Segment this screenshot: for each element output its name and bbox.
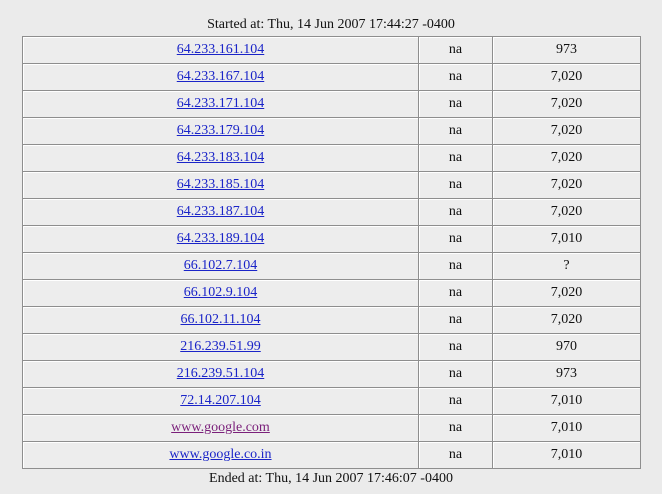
host-cell: 72.14.207.104 xyxy=(23,388,419,415)
started-at-text: Started at: Thu, 14 Jun 2007 17:44:27 -0… xyxy=(207,17,455,32)
host-cell: 66.102.9.104 xyxy=(23,280,419,307)
host-link[interactable]: 64.233.189.104 xyxy=(177,231,265,246)
host-cell: 66.102.7.104 xyxy=(23,253,419,280)
table-row: 64.233.179.104 na 7,020 xyxy=(23,118,641,145)
host-cell: 64.233.189.104 xyxy=(23,226,419,253)
host-link[interactable]: www.google.co.in xyxy=(169,447,271,462)
host-link[interactable]: 66.102.11.104 xyxy=(181,312,261,327)
host-cell: www.google.co.in xyxy=(23,442,419,469)
value-cell: 7,020 xyxy=(493,199,641,226)
results-table-body: 64.233.161.104 na 973 64.233.167.104 na 7,020… xyxy=(23,37,641,469)
status-cell: na xyxy=(419,118,493,145)
host-cell: 216.239.51.99 xyxy=(23,334,419,361)
table-row: 64.233.161.104 na 973 xyxy=(23,37,641,64)
ended-at-text: Ended at: Thu, 14 Jun 2007 17:46:07 -040… xyxy=(209,471,453,486)
host-cell: 64.233.179.104 xyxy=(23,118,419,145)
value-cell: 973 xyxy=(493,361,641,388)
host-cell: 64.233.183.104 xyxy=(23,145,419,172)
value-cell: 7,010 xyxy=(493,226,641,253)
status-cell: na xyxy=(419,37,493,64)
status-cell: na xyxy=(419,388,493,415)
status-cell: na xyxy=(419,442,493,469)
host-link[interactable]: 64.233.171.104 xyxy=(177,96,265,111)
host-cell: 64.233.185.104 xyxy=(23,172,419,199)
status-cell: na xyxy=(419,280,493,307)
results-table: 64.233.161.104 na 973 64.233.167.104 na 7,020… xyxy=(22,36,641,469)
table-row: www.google.co.in na 7,010 xyxy=(23,442,641,469)
host-link[interactable]: 64.233.167.104 xyxy=(177,69,265,84)
table-row: 216.239.51.104 na 973 xyxy=(23,361,641,388)
host-link[interactable]: 216.239.51.104 xyxy=(177,366,265,381)
status-cell: na xyxy=(419,64,493,91)
value-cell: 7,010 xyxy=(493,415,641,442)
value-cell: 7,020 xyxy=(493,118,641,145)
host-cell: 64.233.171.104 xyxy=(23,91,419,118)
host-cell: 216.239.51.104 xyxy=(23,361,419,388)
table-row: 64.233.189.104 na 7,010 xyxy=(23,226,641,253)
value-cell: 973 xyxy=(493,37,641,64)
host-cell: 64.233.167.104 xyxy=(23,64,419,91)
table-row: 64.233.171.104 na 7,020 xyxy=(23,91,641,118)
host-cell: 64.233.187.104 xyxy=(23,199,419,226)
value-cell: 970 xyxy=(493,334,641,361)
value-cell: 7,010 xyxy=(493,442,641,469)
host-cell: www.google.com xyxy=(23,415,419,442)
table-row: 216.239.51.99 na 970 xyxy=(23,334,641,361)
value-cell: 7,020 xyxy=(493,91,641,118)
status-cell: na xyxy=(419,172,493,199)
host-link[interactable]: 64.233.179.104 xyxy=(177,123,265,138)
status-cell: na xyxy=(419,253,493,280)
host-cell: 66.102.11.104 xyxy=(23,307,419,334)
value-cell: 7,020 xyxy=(493,145,641,172)
host-link[interactable]: 64.233.183.104 xyxy=(177,150,265,165)
table-row: 64.233.185.104 na 7,020 xyxy=(23,172,641,199)
table-row: 72.14.207.104 na 7,010 xyxy=(23,388,641,415)
status-cell: na xyxy=(419,361,493,388)
host-link[interactable]: 64.233.161.104 xyxy=(177,42,265,57)
status-cell: na xyxy=(419,226,493,253)
status-cell: na xyxy=(419,91,493,118)
host-link[interactable]: www.google.com xyxy=(171,420,270,435)
table-row: 64.233.187.104 na 7,020 xyxy=(23,199,641,226)
host-link[interactable]: 66.102.9.104 xyxy=(184,285,258,300)
status-cell: na xyxy=(419,145,493,172)
value-cell: 7,020 xyxy=(493,172,641,199)
value-cell: 7,020 xyxy=(493,307,641,334)
table-row: 66.102.9.104 na 7,020 xyxy=(23,280,641,307)
table-row: 66.102.11.104 na 7,020 xyxy=(23,307,641,334)
value-cell: 7,020 xyxy=(493,280,641,307)
host-link[interactable]: 66.102.7.104 xyxy=(184,258,258,273)
host-link[interactable]: 64.233.185.104 xyxy=(177,177,265,192)
status-cell: na xyxy=(419,307,493,334)
table-row: 66.102.7.104 na? xyxy=(23,253,641,280)
value-cell: 7,020 xyxy=(493,64,641,91)
host-link[interactable]: 64.233.187.104 xyxy=(177,204,265,219)
table-row: 64.233.167.104 na 7,020 xyxy=(23,64,641,91)
table-row: 64.233.183.104 na 7,020 xyxy=(23,145,641,172)
status-cell: na xyxy=(419,199,493,226)
table-row: www.google.com na 7,010 xyxy=(23,415,641,442)
host-cell: 64.233.161.104 xyxy=(23,37,419,64)
value-cell: ? xyxy=(493,253,641,280)
status-cell: na xyxy=(419,334,493,361)
value-cell: 7,010 xyxy=(493,388,641,415)
host-link[interactable]: 72.14.207.104 xyxy=(180,393,261,408)
status-cell: na xyxy=(419,415,493,442)
host-link[interactable]: 216.239.51.99 xyxy=(180,339,261,354)
